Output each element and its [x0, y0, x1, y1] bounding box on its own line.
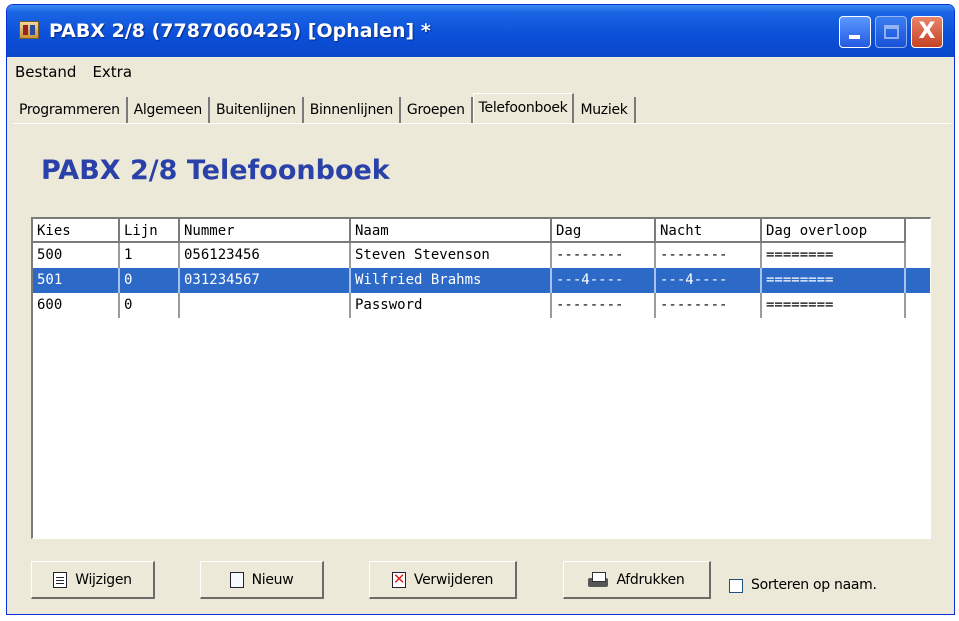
cell-kies: 600 — [33, 293, 120, 318]
table-row-selected[interactable]: 501 0 031234567 Wilfried Brahms ---4----… — [33, 268, 930, 293]
print-button-label: Afdrukken — [616, 571, 685, 588]
table-row[interactable]: 600 0 Password -------- -------- =======… — [33, 293, 930, 318]
print-button[interactable]: Afdrukken — [563, 561, 711, 599]
column-header-kies[interactable]: Kies — [33, 219, 120, 243]
cell-lijn: 0 — [120, 293, 180, 318]
delete-button-label: Verwijderen — [413, 571, 494, 588]
edit-button[interactable]: Wijzigen — [31, 561, 155, 599]
cell-nummer: 031234567 — [180, 268, 351, 293]
cell-dag-overloop: ======== — [762, 243, 906, 268]
column-header-dag-overloop[interactable]: Dag overloop — [762, 219, 906, 243]
cell-dag: -------- — [552, 293, 656, 318]
close-button[interactable]: X — [911, 16, 943, 48]
cell-nummer — [180, 293, 351, 318]
table-row[interactable]: 500 1 056123456 Steven Stevenson -------… — [33, 243, 930, 268]
cell-kies: 501 — [33, 268, 120, 293]
cell-lijn: 1 — [120, 243, 180, 268]
document-icon — [53, 571, 68, 588]
column-header-nummer[interactable]: Nummer — [180, 219, 351, 243]
cell-naam: Password — [351, 293, 552, 318]
tab-algemeen[interactable]: Algemeen — [128, 97, 210, 123]
tab-programmeren[interactable]: Programmeren — [13, 97, 128, 123]
menu-bar: Bestand Extra — [7, 57, 954, 87]
tab-strip: Programmeren Algemeen Buitenlijnen Binne… — [13, 93, 636, 123]
new-document-icon — [229, 571, 244, 588]
menu-extra[interactable]: Extra — [92, 63, 132, 81]
column-header-dag[interactable]: Dag — [552, 219, 656, 243]
minimize-button[interactable] — [839, 16, 871, 48]
cell-dag-overloop: ======== — [762, 293, 906, 318]
close-icon: X — [918, 19, 936, 44]
cell-nacht: ---4---- — [656, 268, 762, 293]
cell-dag-overloop: ======== — [762, 268, 906, 293]
list-header: Kies Lijn Nummer Naam Dag Nacht Dag over… — [33, 219, 930, 243]
tab-binnenlijnen[interactable]: Binnenlijnen — [304, 97, 401, 123]
new-button[interactable]: Nieuw — [200, 561, 324, 599]
window-title: PABX 2/8 (7787060425) [Ophalen] * — [49, 20, 431, 42]
printer-icon — [588, 571, 609, 588]
cell-dag: -------- — [552, 243, 656, 268]
page-title: PABX 2/8 Telefoonboek — [41, 155, 390, 186]
sort-by-name-checkbox[interactable] — [729, 579, 743, 593]
edit-button-label: Wijzigen — [75, 571, 132, 588]
tab-telefoonboek[interactable]: Telefoonboek — [472, 93, 575, 123]
minimize-icon — [849, 35, 860, 39]
phonebook-list[interactable]: Kies Lijn Nummer Naam Dag Nacht Dag over… — [31, 217, 931, 539]
column-header-lijn[interactable]: Lijn — [120, 219, 180, 243]
maximize-icon — [884, 25, 899, 39]
new-button-label: Nieuw — [251, 571, 294, 588]
maximize-button[interactable] — [875, 16, 907, 48]
cell-dag: ---4---- — [552, 268, 656, 293]
tab-muziek[interactable]: Muziek — [574, 97, 636, 123]
cell-nacht: -------- — [656, 243, 762, 268]
cell-nacht: -------- — [656, 293, 762, 318]
menu-bestand[interactable]: Bestand — [15, 63, 76, 81]
cell-lijn: 0 — [120, 268, 180, 293]
sort-by-name-label[interactable]: Sorteren op naam. — [751, 577, 877, 593]
app-book-icon[interactable] — [19, 21, 39, 39]
delete-icon — [391, 570, 406, 588]
column-header-nacht[interactable]: Nacht — [656, 219, 762, 243]
cell-nummer: 056123456 — [180, 243, 351, 268]
cell-naam: Steven Stevenson — [351, 243, 552, 268]
delete-button[interactable]: Verwijderen — [369, 561, 517, 599]
tab-panel-border — [13, 123, 951, 124]
cell-naam: Wilfried Brahms — [351, 268, 552, 293]
tab-groepen[interactable]: Groepen — [401, 97, 473, 123]
title-bar[interactable]: PABX 2/8 (7787060425) [Ophalen] * X — [7, 5, 954, 57]
cell-kies: 500 — [33, 243, 120, 268]
column-header-naam[interactable]: Naam — [351, 219, 552, 243]
app-window: PABX 2/8 (7787060425) [Ophalen] * X Best… — [6, 4, 955, 615]
tab-buitenlijnen[interactable]: Buitenlijnen — [210, 97, 304, 123]
